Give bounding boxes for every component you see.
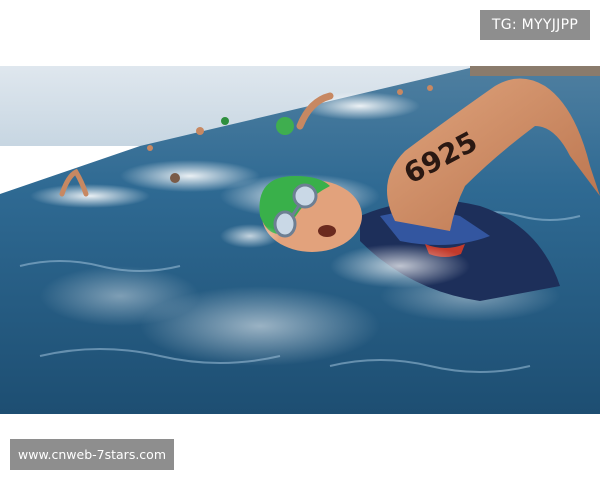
website-watermark: www.cnweb-7stars.com: [10, 439, 174, 470]
swimmer-photo: 6925: [0, 66, 600, 414]
shore: [470, 66, 600, 76]
telegram-tag: TG: MYYJJPP: [480, 10, 590, 40]
